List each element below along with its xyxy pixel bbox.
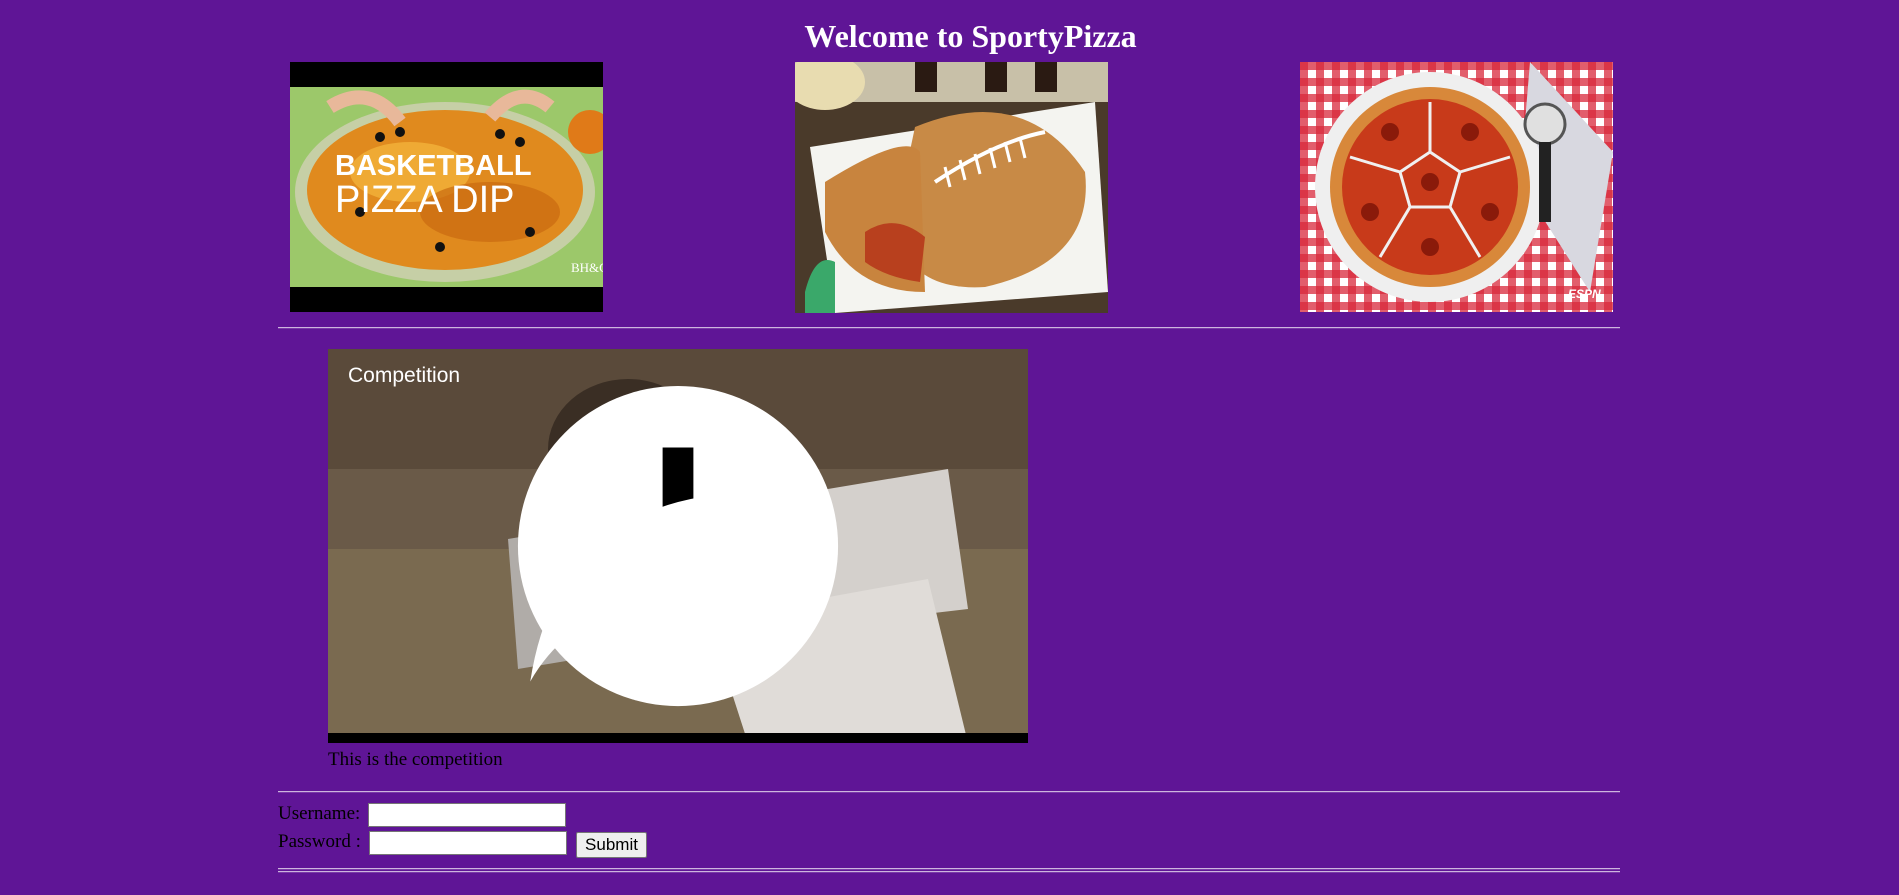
soccer-pizza-image: ESPN [1300,62,1613,312]
thumbnail-headline-line2: PIZZA DIP [335,179,514,221]
username-label: Username: [278,803,361,824]
divider [278,871,1620,873]
divider [278,791,1620,793]
password-label: Password : [278,831,361,852]
football-pizza-image [795,62,1108,313]
thumbnail-brand: ESPN [1568,287,1601,301]
username-input[interactable] [368,803,566,827]
divider [278,327,1620,329]
submit-button[interactable]: Submit [576,832,647,858]
video-player[interactable]: Competition [328,349,1028,743]
thumbnail-headline-line1: BASKETBALL [335,150,532,182]
basketball-pizza-dip-image: BASKETBALL PIZZA DIP BH&G [290,62,603,312]
password-input[interactable] [369,831,567,855]
thumbnail-brand: BH&G [571,260,603,275]
video-caption: This is the competition [328,749,503,770]
share-icon[interactable] [328,349,1028,743]
divider [278,868,1620,870]
page-title: Welcome to SportyPizza [804,18,1137,54]
